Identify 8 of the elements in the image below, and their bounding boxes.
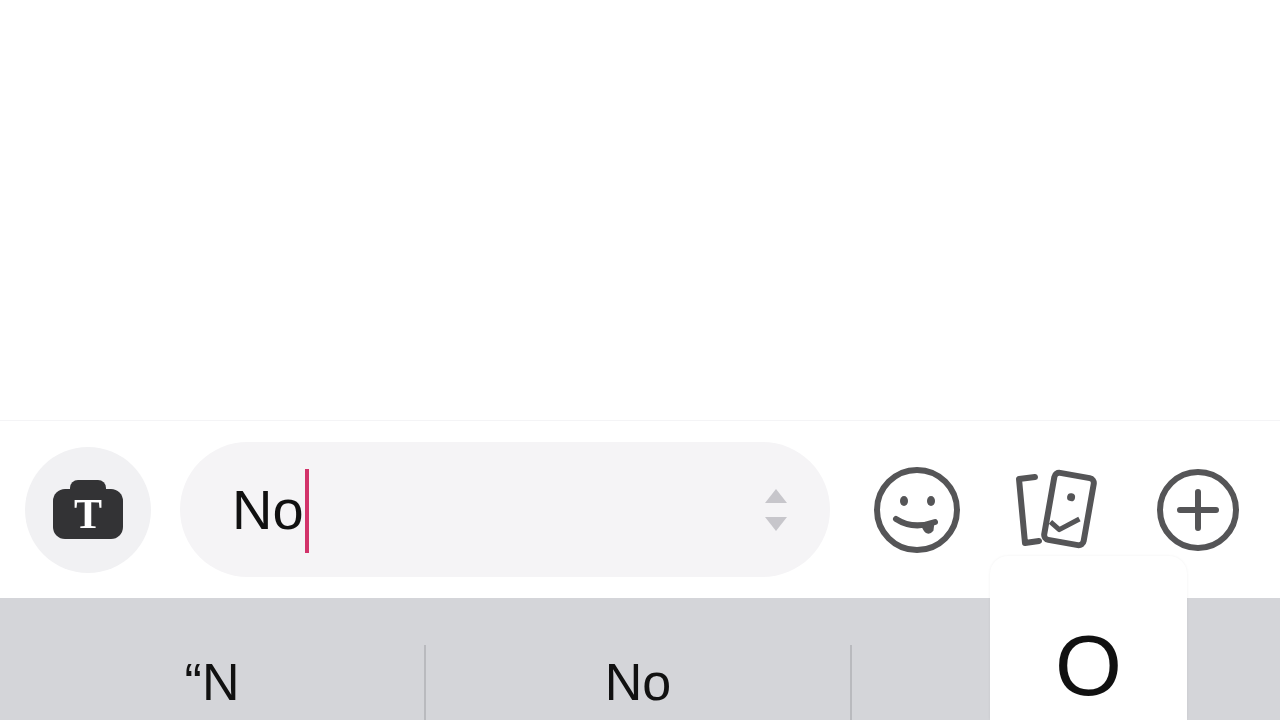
message-field[interactable]: No xyxy=(180,442,830,577)
text-style-button[interactable]: T xyxy=(25,446,151,573)
smiley-icon[interactable] xyxy=(873,465,961,554)
key-preview-popup: O xyxy=(990,556,1187,720)
stepper-arrows-icon xyxy=(764,487,788,532)
suggestion[interactable]: “N xyxy=(0,598,424,720)
suggestion[interactable]: No xyxy=(426,598,850,720)
add-icon[interactable] xyxy=(1156,467,1240,552)
